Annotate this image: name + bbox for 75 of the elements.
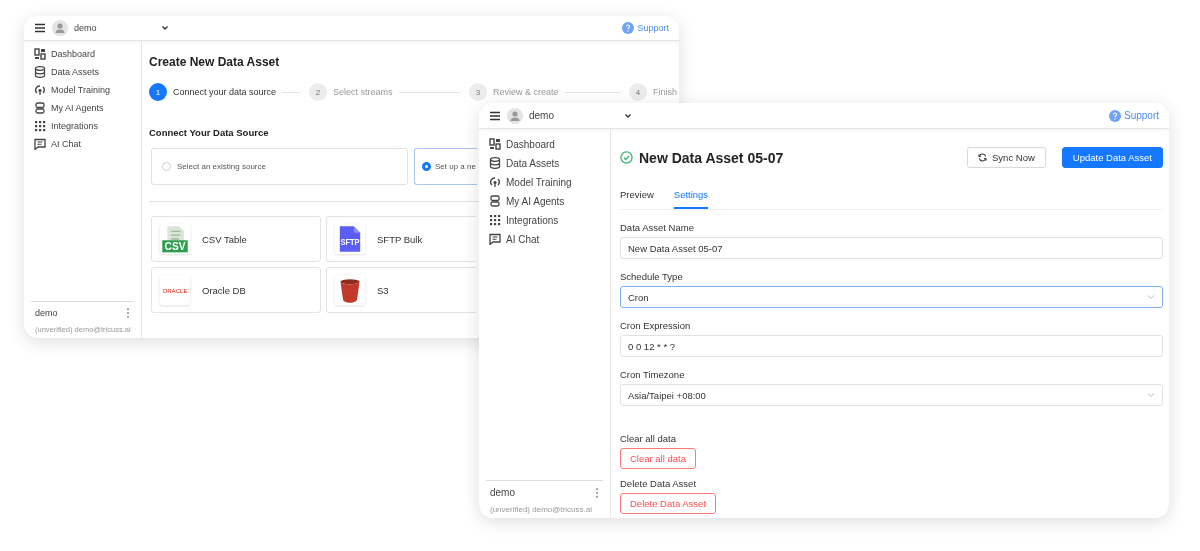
field-label: Schedule Type bbox=[620, 271, 684, 282]
input-field[interactable]: New Data Asset 05-07 bbox=[620, 237, 1163, 259]
step-number: 2 bbox=[309, 83, 327, 101]
avatar-icon[interactable] bbox=[507, 107, 523, 124]
nav-item[interactable]: Model Training bbox=[479, 174, 610, 190]
select-field[interactable]: Asia/Taipei +08:00 bbox=[620, 384, 1163, 406]
support-link[interactable]: Support bbox=[622, 22, 669, 34]
nav-item[interactable]: Model Training bbox=[24, 82, 141, 98]
step-label: Review & create bbox=[493, 87, 559, 97]
source-card[interactable]: CSV CSV Table bbox=[151, 216, 321, 262]
more-icon[interactable] bbox=[126, 308, 130, 318]
help-icon bbox=[1108, 109, 1121, 122]
user-name: demo bbox=[490, 487, 515, 498]
database-icon bbox=[34, 66, 46, 78]
refresh-icon bbox=[978, 153, 987, 162]
field-label: Cron Timezone bbox=[620, 369, 686, 380]
chat-icon bbox=[489, 233, 501, 245]
page-title: Create New Data Asset bbox=[149, 55, 281, 69]
source-name: CSV Table bbox=[202, 233, 247, 245]
source-name: SFTP Bulk bbox=[377, 233, 423, 245]
nav-item[interactable]: Dashboard bbox=[24, 46, 141, 62]
chevron-down-icon bbox=[1147, 392, 1155, 398]
action-label: Delete Data Asset bbox=[620, 478, 698, 489]
database-icon bbox=[489, 157, 501, 169]
radio-option[interactable]: Select an existing source bbox=[151, 148, 408, 185]
nav-item[interactable]: Integrations bbox=[479, 212, 610, 228]
update-button[interactable]: Update Data Asset bbox=[1061, 147, 1163, 168]
nav-item[interactable]: AI Chat bbox=[24, 136, 141, 152]
grid-icon bbox=[489, 214, 501, 226]
step-number: 1 bbox=[149, 83, 167, 101]
chevron-down-icon[interactable] bbox=[160, 24, 169, 32]
nav-item[interactable]: My AI Agents bbox=[479, 193, 610, 209]
source-name: Oracle DB bbox=[202, 284, 246, 296]
more-icon[interactable] bbox=[595, 487, 599, 498]
dashboard-icon bbox=[34, 48, 46, 60]
field-label: Data Asset Name bbox=[620, 222, 695, 233]
source-card[interactable]: SFTP SFTP Bulk bbox=[326, 216, 476, 262]
avatar-icon[interactable] bbox=[52, 20, 68, 36]
step-label: Select streams bbox=[333, 87, 393, 97]
radio-icon[interactable] bbox=[422, 162, 431, 171]
source-card[interactable]: S3 bbox=[326, 267, 476, 313]
section-title: Connect Your Data Source bbox=[149, 127, 270, 138]
step-label: Connect your data source bbox=[173, 87, 277, 97]
page-title: New Data Asset 05-07 bbox=[639, 149, 784, 166]
menu-icon[interactable] bbox=[34, 22, 46, 34]
user-name: demo bbox=[35, 308, 58, 318]
help-icon bbox=[622, 22, 635, 34]
select-field[interactable]: Cron bbox=[620, 286, 1163, 308]
menu-icon[interactable] bbox=[489, 109, 501, 122]
step-label: Finish bbox=[653, 87, 677, 97]
user-name: demo bbox=[74, 23, 97, 33]
user-email: (unverified) demo@tricuss.ai bbox=[490, 505, 593, 514]
step-number: 3 bbox=[469, 83, 487, 101]
step-number: 4 bbox=[629, 83, 647, 101]
radio-option[interactable]: Set up a ne bbox=[414, 148, 477, 185]
nav-item[interactable]: AI Chat bbox=[479, 231, 610, 247]
input-field[interactable]: 0 0 12 * * ? bbox=[620, 335, 1163, 357]
check-circle-icon bbox=[620, 151, 633, 164]
grid-icon bbox=[34, 120, 46, 132]
nav-item[interactable]: Dashboard bbox=[479, 136, 610, 152]
source-name: S3 bbox=[377, 284, 389, 296]
nav-item[interactable]: My AI Agents bbox=[24, 100, 141, 116]
tab[interactable]: Preview bbox=[620, 187, 654, 209]
nav-item[interactable]: Integrations bbox=[24, 118, 141, 134]
chevron-down-icon bbox=[1147, 294, 1155, 300]
dashboard-icon bbox=[489, 138, 501, 150]
chat-icon bbox=[34, 138, 46, 150]
field-label: Cron Expression bbox=[620, 320, 692, 331]
nav-item[interactable]: Data Assets bbox=[479, 155, 610, 171]
action-label: Clear all data bbox=[620, 433, 677, 444]
tab[interactable]: Settings bbox=[673, 187, 709, 209]
nav-item[interactable]: Data Assets bbox=[24, 64, 141, 80]
user-name: demo bbox=[529, 110, 554, 121]
sync-button[interactable]: Sync Now bbox=[967, 147, 1046, 168]
chevron-down-icon[interactable] bbox=[624, 111, 632, 120]
